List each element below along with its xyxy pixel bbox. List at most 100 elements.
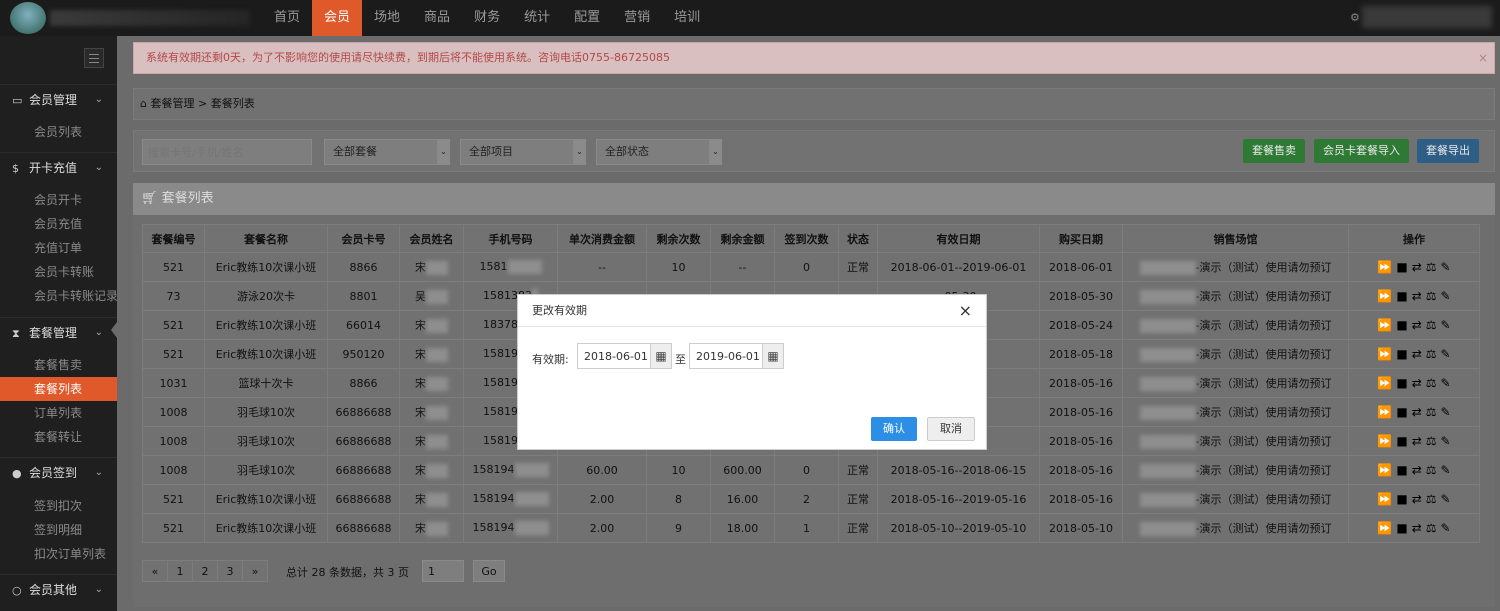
sidebar-item-recharge-orders[interactable]: 充值订单 [0, 236, 117, 260]
stop-icon[interactable]: ■ [1396, 289, 1407, 303]
balance-scale-icon[interactable]: ⚖ [1426, 492, 1437, 506]
forward-icon[interactable]: ⏩ [1377, 318, 1392, 332]
prev-page-button[interactable]: « [142, 560, 168, 582]
table-row[interactable]: 521 Eric教练10次课小班 8866 宋 1581 -- 10 -- 0 正常 2018-06… [142, 252, 1480, 282]
next-page-button[interactable]: » [242, 560, 268, 582]
edit-icon[interactable]: ✎ [1441, 260, 1451, 274]
stop-icon[interactable]: ■ [1396, 260, 1407, 274]
transfer-icon[interactable]: ⇄ [1412, 289, 1422, 303]
edit-icon[interactable]: ✎ [1441, 347, 1451, 361]
end-date-input[interactable] [689, 343, 763, 369]
balance-scale-icon[interactable]: ⚖ [1426, 521, 1437, 535]
sidebar-item-package-sell[interactable]: 套餐售卖 [0, 353, 117, 377]
stop-icon[interactable]: ■ [1396, 434, 1407, 448]
gear-icon[interactable]: ⚙ [1350, 11, 1360, 24]
status-select[interactable]: 全部状态 ⌄ [596, 139, 722, 165]
balance-scale-icon[interactable]: ⚖ [1426, 376, 1437, 390]
menu-toggle-icon[interactable] [84, 48, 104, 68]
page-1-button[interactable]: 1 [167, 560, 193, 582]
stop-icon[interactable]: ■ [1396, 492, 1407, 506]
package-export-button[interactable]: 套餐导出 [1417, 139, 1479, 163]
sidebar-item-recharge[interactable]: 会员充值 [0, 212, 117, 236]
calendar-icon[interactable]: ▦ [762, 343, 784, 369]
page-3-button[interactable]: 3 [217, 560, 243, 582]
sidebar-item-package-transfer[interactable]: 套餐转让 [0, 425, 117, 449]
nav-venue[interactable]: 场地 [362, 0, 412, 36]
table-row[interactable]: 1008 羽毛球10次 66886688 宋 158194 60.00 10 600.00 0 正… [142, 455, 1480, 485]
close-icon[interactable]: × [1478, 43, 1488, 73]
sidebar-item-checkin-deduct[interactable]: 签到扣次 [0, 494, 117, 518]
project-select[interactable]: 全部项目 ⌄ [460, 139, 586, 165]
forward-icon[interactable]: ⏩ [1377, 260, 1392, 274]
table-row[interactable]: 521 Eric教练10次课小班 66886688 宋 158194 2.00 9 18.00… [142, 513, 1480, 543]
sidebar-item-transfer-records[interactable]: 会员卡转账记录 [0, 284, 118, 308]
transfer-icon[interactable]: ⇄ [1412, 492, 1422, 506]
forward-icon[interactable]: ⏩ [1377, 521, 1392, 535]
stop-icon[interactable]: ■ [1396, 463, 1407, 477]
balance-scale-icon[interactable]: ⚖ [1426, 347, 1437, 361]
nav-goods[interactable]: 商品 [412, 0, 462, 36]
forward-icon[interactable]: ⏩ [1377, 289, 1392, 303]
sidebar-item-member-list[interactable]: 会员列表 [0, 120, 117, 144]
search-input[interactable] [142, 139, 312, 165]
stop-icon[interactable]: ■ [1396, 318, 1407, 332]
sidebar-group-package-manage[interactable]: ⧗ 套餐管理 ⌄ [0, 317, 117, 347]
sidebar-group-member-manage[interactable]: ▭ 会员管理 ⌄ [0, 84, 117, 114]
nav-stats[interactable]: 统计 [512, 0, 562, 36]
nav-marketing[interactable]: 营销 [612, 0, 662, 36]
forward-icon[interactable]: ⏩ [1377, 434, 1392, 448]
forward-icon[interactable]: ⏩ [1377, 405, 1392, 419]
sidebar-item-order-list[interactable]: 订单列表 [0, 401, 117, 425]
stop-icon[interactable]: ■ [1396, 405, 1407, 419]
page-jump-input[interactable] [422, 560, 464, 582]
edit-icon[interactable]: ✎ [1441, 492, 1451, 506]
sidebar-item-deduct-orders[interactable]: 扣次订单列表 [0, 542, 117, 566]
calendar-icon[interactable]: ▦ [650, 343, 672, 369]
edit-icon[interactable]: ✎ [1441, 405, 1451, 419]
sidebar-group-member-other[interactable]: ○ 会员其他 ⌄ [0, 574, 117, 604]
balance-scale-icon[interactable]: ⚖ [1426, 434, 1437, 448]
go-button[interactable]: Go [473, 560, 505, 582]
forward-icon[interactable]: ⏩ [1377, 347, 1392, 361]
sidebar-item-card-transfer[interactable]: 会员卡转账 [0, 260, 117, 284]
start-date-input[interactable] [577, 343, 651, 369]
transfer-icon[interactable]: ⇄ [1412, 318, 1422, 332]
stop-icon[interactable]: ■ [1396, 376, 1407, 390]
nav-home[interactable]: 首页 [262, 0, 312, 36]
nav-config[interactable]: 配置 [562, 0, 612, 36]
forward-icon[interactable]: ⏩ [1377, 376, 1392, 390]
transfer-icon[interactable]: ⇄ [1412, 347, 1422, 361]
transfer-icon[interactable]: ⇄ [1412, 260, 1422, 274]
edit-icon[interactable]: ✎ [1441, 463, 1451, 477]
breadcrumb-parent[interactable]: 套餐管理 [150, 97, 194, 110]
forward-icon[interactable]: ⏩ [1377, 492, 1392, 506]
edit-icon[interactable]: ✎ [1441, 289, 1451, 303]
sidebar-group-checkin[interactable]: ● 会员签到 ⌄ [0, 457, 117, 487]
transfer-icon[interactable]: ⇄ [1412, 376, 1422, 390]
balance-scale-icon[interactable]: ⚖ [1426, 289, 1437, 303]
balance-scale-icon[interactable]: ⚖ [1426, 463, 1437, 477]
package-select[interactable]: 全部套餐 ⌄ [324, 139, 450, 165]
nav-finance[interactable]: 财务 [462, 0, 512, 36]
edit-icon[interactable]: ✎ [1441, 376, 1451, 390]
balance-scale-icon[interactable]: ⚖ [1426, 318, 1437, 332]
nav-training[interactable]: 培训 [662, 0, 712, 36]
balance-scale-icon[interactable]: ⚖ [1426, 405, 1437, 419]
package-sell-button[interactable]: 套餐售卖 [1243, 139, 1305, 163]
edit-icon[interactable]: ✎ [1441, 318, 1451, 332]
cancel-button[interactable]: 取消 [927, 417, 975, 441]
forward-icon[interactable]: ⏩ [1377, 463, 1392, 477]
sidebar-item-open-card[interactable]: 会员开卡 [0, 188, 117, 212]
confirm-button[interactable]: 确认 [871, 417, 917, 441]
edit-icon[interactable]: ✎ [1441, 521, 1451, 535]
sidebar-item-package-list[interactable]: 套餐列表 [0, 377, 117, 401]
transfer-icon[interactable]: ⇄ [1412, 521, 1422, 535]
transfer-icon[interactable]: ⇄ [1412, 405, 1422, 419]
transfer-icon[interactable]: ⇄ [1412, 463, 1422, 477]
table-row[interactable]: 521 Eric教练10次课小班 66886688 宋 158194 2.00 8 16.00… [142, 484, 1480, 514]
card-package-import-button[interactable]: 会员卡套餐导入 [1314, 139, 1409, 163]
page-2-button[interactable]: 2 [192, 560, 218, 582]
stop-icon[interactable]: ■ [1396, 521, 1407, 535]
edit-icon[interactable]: ✎ [1441, 434, 1451, 448]
user-info-blurred[interactable] [1362, 6, 1492, 28]
